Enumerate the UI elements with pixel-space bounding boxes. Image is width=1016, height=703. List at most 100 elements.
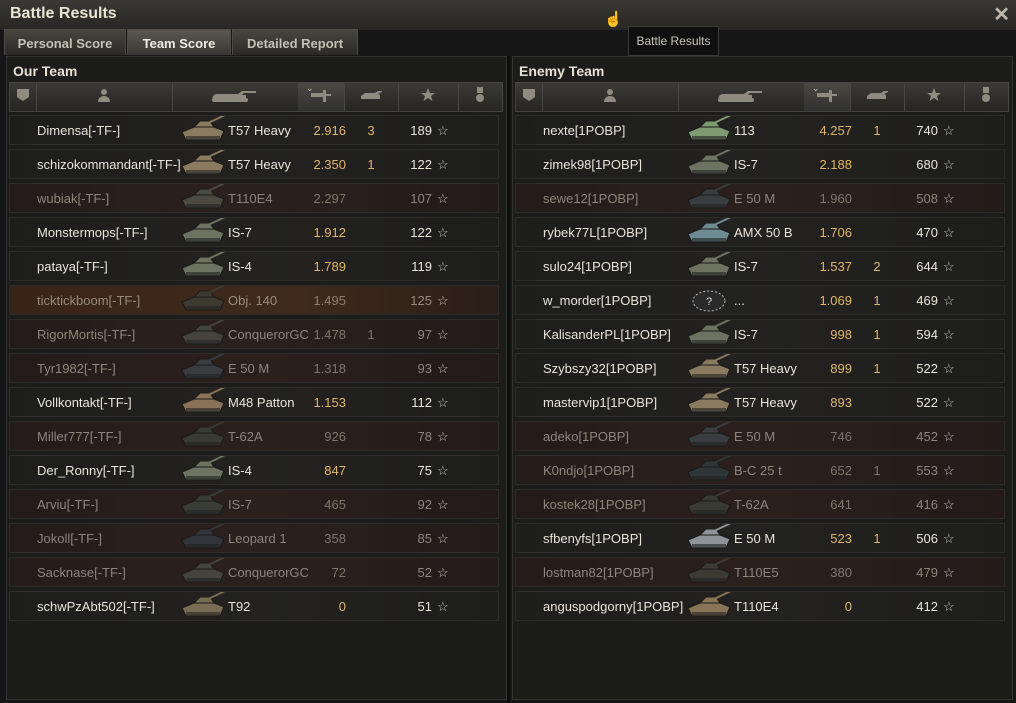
player-row[interactable]: Jokoll[-TF-] Leopard 1 358 85 ☆ bbox=[9, 523, 499, 553]
xp-value: 122 bbox=[410, 157, 432, 172]
close-icon[interactable]: ✕ bbox=[993, 2, 1010, 27]
damage-icon bbox=[311, 88, 331, 107]
player-name: Sacknase[-TF-] bbox=[37, 565, 126, 580]
damage-value: 380 bbox=[830, 565, 852, 580]
player-name: KalisanderPL[1POBP] bbox=[543, 327, 671, 342]
player-name: rybek77L[1POBP] bbox=[543, 225, 648, 240]
player-row[interactable]: kostek28[1POBP] T-62A 641 416 ☆ bbox=[515, 489, 1005, 519]
column-header-rank[interactable] bbox=[516, 83, 543, 111]
tank-name: T92 bbox=[228, 599, 251, 614]
rank-icon bbox=[16, 88, 30, 107]
player-name: Monstermops[-TF-] bbox=[37, 225, 148, 240]
xp-star-icon: ☆ bbox=[943, 497, 955, 512]
column-header-player[interactable] bbox=[542, 83, 679, 111]
player-row[interactable]: Tyr1982[-TF-] E 50 M 1.318 93 ☆ bbox=[9, 353, 499, 383]
xp-star-icon: ☆ bbox=[943, 463, 955, 478]
damage-value: 1.478 bbox=[313, 327, 346, 342]
column-header-tank[interactable] bbox=[678, 83, 805, 111]
column-header-medal[interactable] bbox=[458, 83, 503, 111]
player-row[interactable]: Sacknase[-TF-] ConquerorGC 72 52 ☆ bbox=[9, 557, 499, 587]
column-header-medal[interactable] bbox=[964, 83, 1009, 111]
tank-icon bbox=[686, 490, 732, 518]
column-header-player[interactable] bbox=[36, 83, 173, 111]
medal-icon bbox=[474, 86, 486, 108]
tab-personal-score[interactable]: Personal Score bbox=[4, 29, 126, 55]
player-row[interactable]: nexte[1POBP] 113 4.257 1 740 ☆ bbox=[515, 115, 1005, 145]
damage-value: 523 bbox=[830, 531, 852, 546]
player-row[interactable]: Szybszy32[1POBP] T57 Heavy 899 1 522 ☆ bbox=[515, 353, 1005, 383]
player-row[interactable]: pataya[-TF-] IS-4 1.789 119 ☆ bbox=[9, 251, 499, 281]
tank-name: E 50 M bbox=[734, 429, 776, 444]
player-row[interactable]: anguspodgorny[1POBP] T110E4 0 412 ☆ bbox=[515, 591, 1005, 621]
column-header-damage[interactable]: ⌄ bbox=[298, 83, 345, 111]
player-row[interactable]: Monstermops[-TF-] IS-7 1.912 122 ☆ bbox=[9, 217, 499, 247]
damage-value: 4.257 bbox=[819, 123, 852, 138]
xp-star-icon: ☆ bbox=[437, 531, 449, 546]
tank-icon bbox=[686, 422, 732, 450]
player-row[interactable]: ticktickboom[-TF-] Obj. 140 1.495 125 ☆ bbox=[9, 285, 499, 315]
damage-value: 1.537 bbox=[819, 259, 852, 274]
tank-icon bbox=[180, 490, 226, 518]
player-name: Arviu[-TF-] bbox=[37, 497, 99, 512]
xp-star-icon: ☆ bbox=[943, 395, 955, 410]
player-name: sulo24[1POBP] bbox=[543, 259, 632, 274]
frags-value bbox=[360, 354, 382, 382]
tank-icon bbox=[180, 218, 226, 246]
player-name: Szybszy32[1POBP] bbox=[543, 361, 657, 376]
damage-value: 1.912 bbox=[313, 225, 346, 240]
tank-name: T57 Heavy bbox=[228, 157, 291, 172]
player-row[interactable]: zimek98[1POBP] IS-7 2.188 680 ☆ bbox=[515, 149, 1005, 179]
player-row[interactable]: lostman82[1POBP] T110E5 380 479 ☆ bbox=[515, 557, 1005, 587]
column-header-damage[interactable]: ⌄ bbox=[804, 83, 851, 111]
damage-value: 899 bbox=[830, 361, 852, 376]
player-row[interactable]: sfbenyfs[1POBP] E 50 M 523 1 506 ☆ bbox=[515, 523, 1005, 553]
player-row[interactable]: mastervip1[1POBP] T57 Heavy 893 522 ☆ bbox=[515, 387, 1005, 417]
player-row[interactable]: RigorMortis[-TF-] ConquerorGC 1.478 1 97 ☆ bbox=[9, 319, 499, 349]
tank-name: ConquerorGC bbox=[228, 327, 309, 342]
damage-value: 1.495 bbox=[313, 293, 346, 308]
player-row[interactable]: wubiak[-TF-] T110E4 2.297 107 ☆ bbox=[9, 183, 499, 213]
tank-icon bbox=[180, 354, 226, 382]
damage-value: 893 bbox=[830, 395, 852, 410]
column-header-rank[interactable] bbox=[10, 83, 37, 111]
xp-value: 470 bbox=[916, 225, 938, 240]
xp-star-icon: ☆ bbox=[437, 293, 449, 308]
player-row[interactable]: Dimensa[-TF-] T57 Heavy 2.916 3 189 ☆ bbox=[9, 115, 499, 145]
frags-icon bbox=[359, 88, 383, 107]
player-row[interactable]: w_morder[1POBP]?... 1.069 1 469 ☆ bbox=[515, 285, 1005, 315]
player-row[interactable]: sulo24[1POBP] IS-7 1.537 2 644 ☆ bbox=[515, 251, 1005, 281]
player-name: schwPzAbt502[-TF-] bbox=[37, 599, 155, 614]
xp-value: 97 bbox=[417, 327, 432, 342]
tank-name: T110E5 bbox=[734, 565, 779, 580]
xp-star-icon: ☆ bbox=[943, 361, 955, 376]
xp-star-icon: ☆ bbox=[437, 463, 449, 478]
player-row[interactable]: K0ndjo[1POBP] B-C 25 t 652 1 553 ☆ bbox=[515, 455, 1005, 485]
player-row[interactable]: Vollkontakt[-TF-] M48 Patton 1.153 112 ☆ bbox=[9, 387, 499, 417]
player-row[interactable]: Miller777[-TF-] T-62A 926 78 ☆ bbox=[9, 421, 499, 451]
frags-value bbox=[866, 218, 888, 246]
player-row[interactable]: schizokommandant[-TF-] T57 Heavy 2.350 1 122… bbox=[9, 149, 499, 179]
player-row[interactable]: schwPzAbt502[-TF-] T92 0 51 ☆ bbox=[9, 591, 499, 621]
column-header-frags[interactable] bbox=[850, 83, 905, 111]
column-header-tank[interactable] bbox=[172, 83, 299, 111]
column-header-xp-star[interactable] bbox=[398, 83, 459, 111]
xp-star-icon: ☆ bbox=[437, 225, 449, 240]
player-row[interactable]: rybek77L[1POBP] AMX 50 B 1.706 470 ☆ bbox=[515, 217, 1005, 247]
player-row[interactable]: sewe12[1POBP] E 50 M 1.960 508 ☆ bbox=[515, 183, 1005, 213]
player-row[interactable]: adeko[1POBP] E 50 M 746 452 ☆ bbox=[515, 421, 1005, 451]
xp-value: 644 bbox=[916, 259, 938, 274]
player-row[interactable]: Arviu[-TF-] IS-7 465 92 ☆ bbox=[9, 489, 499, 519]
tank-icon bbox=[686, 558, 732, 586]
column-header-xp-star[interactable] bbox=[904, 83, 965, 111]
player-name: anguspodgorny[1POBP] bbox=[543, 599, 684, 614]
player-name: Jokoll[-TF-] bbox=[37, 531, 102, 546]
player-row[interactable]: KalisanderPL[1POBP] IS-7 998 1 594 ☆ bbox=[515, 319, 1005, 349]
sort-indicator-icon: ⌄ bbox=[306, 83, 314, 93]
team-title: Enemy Team bbox=[519, 63, 605, 79]
tab-team-score[interactable]: Team Score bbox=[127, 29, 231, 55]
column-header-frags[interactable] bbox=[344, 83, 399, 111]
tab-detailed-report[interactable]: Detailed Report bbox=[232, 29, 358, 55]
tank-icon bbox=[180, 388, 226, 416]
tank-name: IS-4 bbox=[228, 259, 252, 274]
player-row[interactable]: Der_Ronny[-TF-] IS-4 847 75 ☆ bbox=[9, 455, 499, 485]
